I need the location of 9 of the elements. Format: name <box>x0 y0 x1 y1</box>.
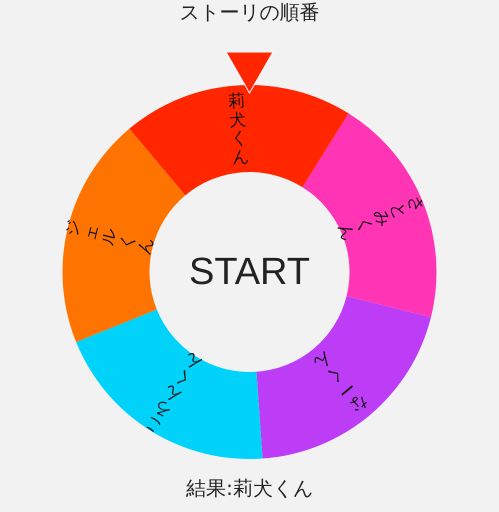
start-label[interactable]: START <box>188 251 310 293</box>
segment-label: ジェルくん <box>62 218 157 257</box>
segment-label: さとみくん <box>334 193 428 244</box>
segment-label: ころんくん <box>140 349 204 438</box>
result-text: 結果:莉犬くん <box>185 476 314 500</box>
segment-label: 莉犬くん <box>226 91 250 168</box>
segment-label: なーくん <box>309 347 370 416</box>
pointer-icon <box>225 52 274 94</box>
wheel-title: ストーリの順番 <box>178 0 320 26</box>
